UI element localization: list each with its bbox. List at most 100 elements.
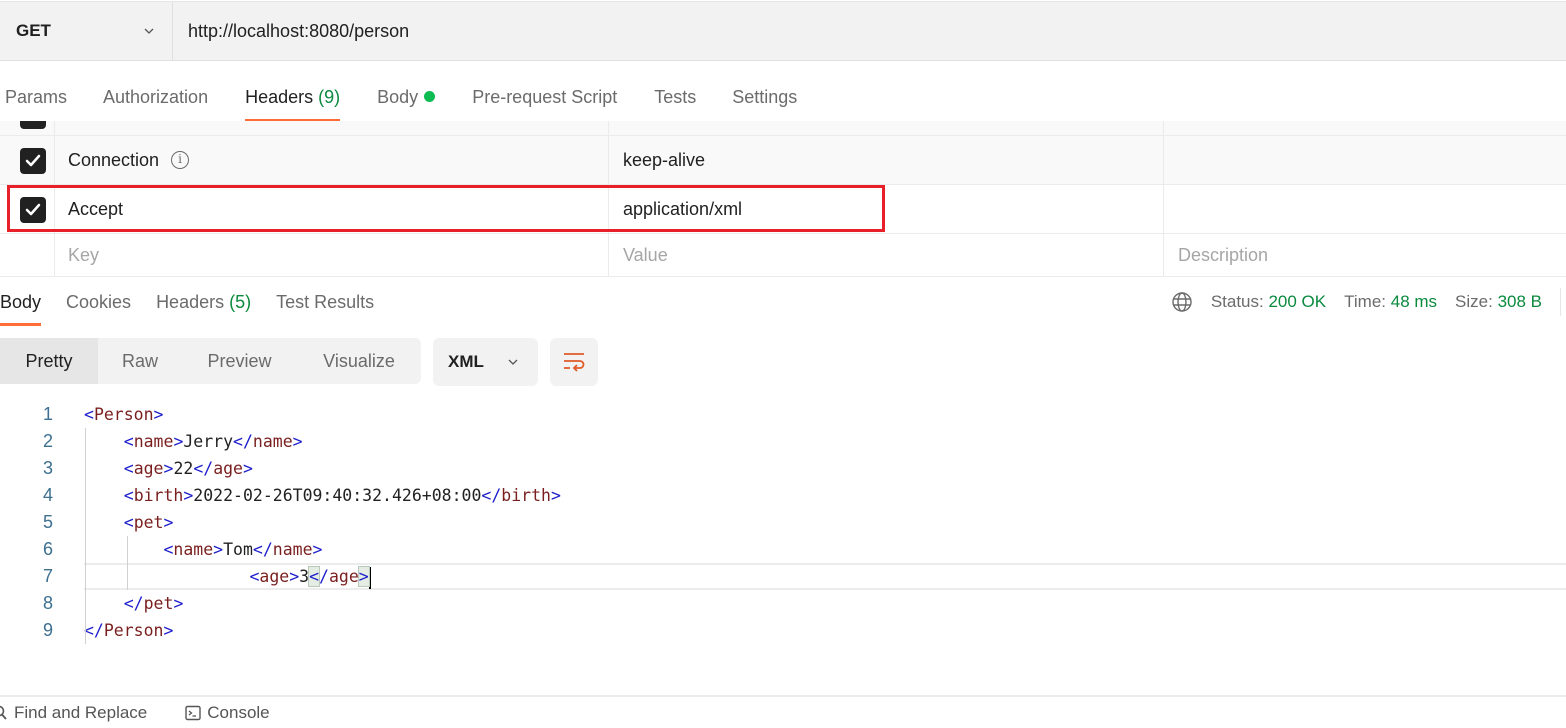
row-checkbox[interactable] <box>20 197 46 223</box>
response-body-editor[interactable]: 1 <Person> 2 <name>Jerry</name> 3 <age>22</… <box>0 401 1566 644</box>
view-preview[interactable]: Preview <box>182 338 297 384</box>
row-checkbox[interactable] <box>20 121 46 129</box>
row-checkbox[interactable] <box>20 148 46 174</box>
request-url-bar: GET http://localhost:8080/person <box>0 1 1566 61</box>
checkmark-icon <box>25 154 41 167</box>
tab-label: Pre-request Script <box>472 87 618 107</box>
chevron-down-icon <box>144 28 154 34</box>
globe-icon[interactable] <box>1171 291 1193 313</box>
code-text: </Person> <box>84 617 173 644</box>
header-key: Accept <box>68 198 124 219</box>
status-footer: Find and Replace Console <box>0 695 1566 728</box>
value-input[interactable]: Value <box>609 234 1164 276</box>
tag-name: birth <box>133 486 184 505</box>
response-status-bar: Status: 200 OK Time: 48 ms Size: 308 B <box>1171 286 1542 318</box>
key-cell[interactable]: Accept <box>55 185 609 233</box>
header-value: keep-alive <box>623 149 706 170</box>
tab-authorization[interactable]: Authorization <box>103 72 208 122</box>
tag-bracket: / <box>203 459 214 478</box>
tag-bracket: < <box>308 566 321 587</box>
url-input[interactable]: http://localhost:8080/person <box>173 2 1566 60</box>
tab-params[interactable]: Params <box>5 72 67 122</box>
request-tabs: Params Authorization Headers (9) Body Pr… <box>0 72 797 122</box>
description-cell[interactable] <box>1164 136 1566 184</box>
view-raw[interactable]: Raw <box>98 338 182 384</box>
line-number: 3 <box>42 458 53 478</box>
wrap-lines-button[interactable] <box>550 338 598 386</box>
headers-count: (9) <box>318 87 341 107</box>
tag-bracket: < <box>123 459 134 478</box>
description-input[interactable]: Description <box>1164 234 1566 276</box>
view-mode-selector: Pretty Raw Preview Visualize <box>0 338 421 384</box>
info-icon[interactable]: i <box>171 151 190 169</box>
check-cell <box>0 185 55 233</box>
format-dropdown[interactable]: XML <box>433 338 538 386</box>
find-replace-button[interactable]: Find and Replace <box>0 703 147 723</box>
tab-response-body[interactable]: Body <box>0 280 42 326</box>
code-text: <name>Jerry</name> <box>84 428 303 455</box>
view-pretty[interactable]: Pretty <box>0 338 98 384</box>
table-row-new: Key Value Description <box>0 234 1566 277</box>
tag-bracket: > <box>163 513 174 532</box>
tag-text: 3 <box>299 567 310 586</box>
tag-bracket: / <box>262 540 273 559</box>
tab-label: Params <box>5 87 68 107</box>
value-cell[interactable]: application/xml <box>609 185 1164 233</box>
tab-cookies[interactable]: Cookies <box>66 280 131 326</box>
tab-pre-request-script[interactable]: Pre-request Script <box>472 72 617 122</box>
status[interactable]: Status: 200 OK <box>1211 292 1326 312</box>
tab-test-results[interactable]: Test Results <box>276 280 374 326</box>
indent-guide <box>85 428 86 644</box>
tag-bracket: > <box>163 459 174 478</box>
tag-name: age <box>213 459 243 478</box>
tag-bracket: / <box>319 567 329 586</box>
table-row: Accept application/xml <box>0 185 1566 234</box>
text-caret <box>368 566 371 589</box>
tab-label: Test Results <box>276 292 375 312</box>
format-label: XML <box>448 352 484 371</box>
tab-settings[interactable]: Settings <box>732 72 797 122</box>
tag-bracket: > <box>312 540 323 559</box>
tag-name: Person <box>93 405 154 424</box>
tag-bracket: < <box>84 405 94 424</box>
description-cell[interactable] <box>1164 185 1566 233</box>
status-label: Status: <box>1210 292 1264 311</box>
tab-label: Body <box>0 292 42 312</box>
method-selector[interactable]: GET <box>0 2 173 60</box>
tag-bracket: / <box>242 432 253 451</box>
view-visualize[interactable]: Visualize <box>297 338 421 384</box>
response-tabs: Body Cookies Headers (5) Test Results <box>0 280 374 326</box>
line-number: 9 <box>42 620 53 640</box>
key-input[interactable]: Key <box>55 234 609 276</box>
code-line: 7 <age>3</age> <box>43 563 1566 590</box>
console-button[interactable]: Console <box>185 703 270 723</box>
tag-name: name <box>133 432 174 451</box>
tag-bracket: > <box>173 432 184 451</box>
check-cell <box>0 136 55 184</box>
tag-name: name <box>272 540 313 559</box>
check-cell <box>0 121 55 135</box>
tab-tests[interactable]: Tests <box>654 72 696 122</box>
description-cell <box>1164 121 1566 135</box>
tab-body[interactable]: Body <box>377 72 436 122</box>
tag-name: name <box>173 540 214 559</box>
header-value: application/xml <box>623 198 743 219</box>
indent-guide <box>127 536 128 590</box>
time[interactable]: Time: 48 ms <box>1344 292 1437 312</box>
response-headers-count: (5) <box>229 292 252 312</box>
divider <box>1560 288 1561 316</box>
body-indicator-dot <box>424 91 436 102</box>
size[interactable]: Size: 308 B <box>1455 292 1542 312</box>
tab-response-headers[interactable]: Headers (5) <box>156 280 251 326</box>
find-replace-label: Find and Replace <box>14 702 148 722</box>
tag-bracket: < <box>193 459 204 478</box>
code-text: <Person> <box>84 401 163 428</box>
tab-headers[interactable]: Headers (9) <box>245 72 341 122</box>
tag-bracket: > <box>163 621 174 640</box>
tag-bracket: > <box>289 567 300 586</box>
key-cell[interactable]: Connection i <box>55 136 609 184</box>
tag-name: pet <box>143 594 174 613</box>
code-line: 9 </Person> <box>0 617 1566 644</box>
value-cell[interactable]: keep-alive <box>609 136 1164 184</box>
code-line: 2 <name>Jerry</name> <box>0 428 1566 455</box>
